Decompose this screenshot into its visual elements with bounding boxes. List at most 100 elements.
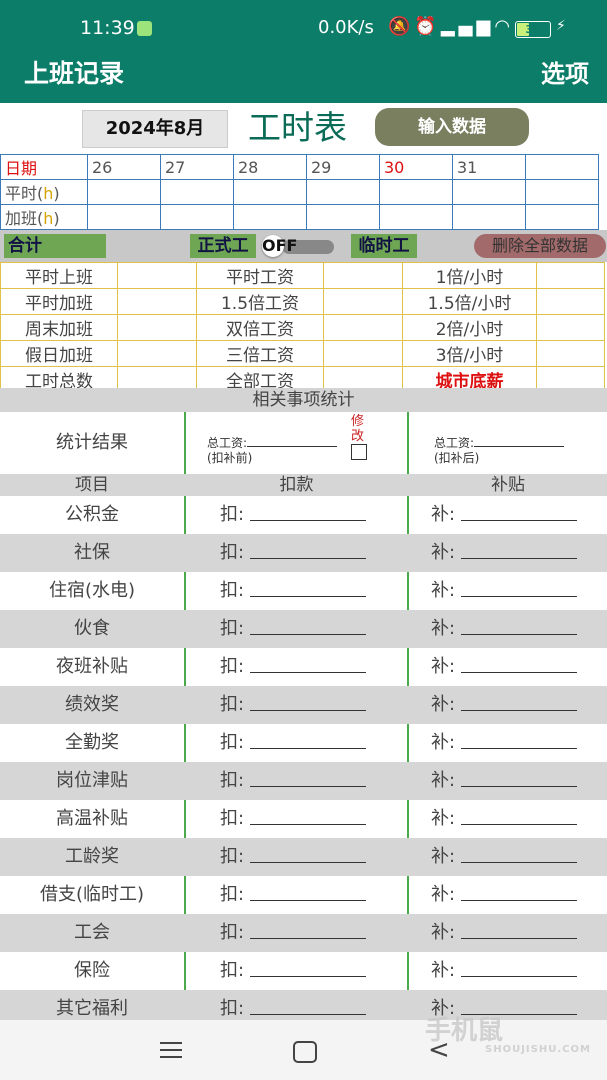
deduct-field[interactable]: 扣:: [220, 572, 367, 610]
deduct-field[interactable]: 扣:: [220, 838, 367, 876]
day-cell[interactable]: 31: [452, 154, 526, 180]
app-notification-icon: [137, 21, 152, 36]
subsidy-field[interactable]: 补:: [431, 610, 578, 648]
deduct-field[interactable]: 扣:: [220, 914, 367, 952]
hours-cell[interactable]: [87, 204, 161, 230]
day-cell[interactable]: 26: [87, 154, 161, 180]
deduct-field[interactable]: 扣:: [220, 876, 367, 914]
day-cell[interactable]: [525, 154, 599, 180]
mute-icon: 🔕: [388, 16, 415, 37]
rate-value[interactable]: [536, 314, 605, 341]
options-menu-button[interactable]: 选项: [541, 58, 589, 90]
date-label: 日期: [0, 154, 88, 180]
delete-all-button[interactable]: 删除全部数据: [474, 234, 606, 258]
status-bar: 11:39 0.0K/s 🔕⏰▂▄▆◠ 39 ⚡: [0, 0, 607, 58]
subsidy-field[interactable]: 补:: [431, 762, 578, 800]
menu-icon[interactable]: [160, 1042, 182, 1058]
deduct-field[interactable]: 扣:: [220, 686, 367, 724]
overtime-hours-row: 加班(h): [0, 204, 599, 230]
deduct-field[interactable]: 扣:: [220, 762, 367, 800]
watermark-logo: 手机鼠 SHOUJISHU.COM: [425, 1016, 591, 1055]
wage-value: [323, 288, 403, 315]
day-cell[interactable]: 29: [306, 154, 380, 180]
subsidy-field[interactable]: 补:: [431, 800, 578, 838]
hours-cell[interactable]: [452, 179, 526, 205]
stats-heading: 相关事项统计: [0, 388, 607, 412]
deduct-field[interactable]: 扣:: [220, 952, 367, 990]
input-data-button[interactable]: 输入数据: [375, 108, 529, 146]
deduct-field[interactable]: 扣:: [220, 648, 367, 686]
temp-worker-label: 临时工: [351, 234, 417, 258]
hours-cell[interactable]: [160, 204, 234, 230]
wage-row: 周末加班 双倍工资 2倍/小时: [0, 314, 605, 341]
wage-label: 平时工资: [196, 262, 324, 289]
day-cell[interactable]: 30: [379, 154, 453, 180]
rate-label: 1倍/小时: [402, 262, 537, 289]
hours-cell[interactable]: [306, 204, 380, 230]
overtime-hours-label: 加班(h): [0, 204, 88, 230]
list-item: 夜班补贴 扣: 补:: [0, 648, 607, 686]
list-item: 保险 扣: 补:: [0, 952, 607, 990]
wage-value: [117, 262, 197, 289]
normal-hours-row: 平时(h): [0, 179, 599, 205]
deduct-field[interactable]: 扣:: [220, 534, 367, 572]
subsidy-field[interactable]: 补:: [431, 534, 578, 572]
deduct-field[interactable]: 扣:: [220, 496, 367, 534]
subsidy-field[interactable]: 补:: [431, 686, 578, 724]
toggle-state-text: OFF: [262, 236, 298, 255]
hours-cell[interactable]: [306, 179, 380, 205]
worker-type-toggle[interactable]: OFF: [262, 235, 334, 257]
subsidy-field[interactable]: 补:: [431, 838, 578, 876]
hours-cell[interactable]: [525, 179, 599, 205]
edit-checkbox[interactable]: [351, 444, 367, 460]
home-icon[interactable]: [293, 1041, 317, 1063]
list-item: 工会 扣: 补:: [0, 914, 607, 952]
hours-cell[interactable]: [525, 204, 599, 230]
rate-label: 3倍/小时: [402, 340, 537, 367]
month-selector-button[interactable]: 2024年8月: [82, 110, 228, 148]
subsidy-field[interactable]: 补:: [431, 952, 578, 990]
list-item: 绩效奖 扣: 补:: [0, 686, 607, 724]
subsidy-field[interactable]: 补:: [431, 724, 578, 762]
subsidy-field[interactable]: 补:: [431, 496, 578, 534]
wifi-icon: ◠: [494, 16, 515, 37]
page-title: 工时表: [248, 108, 347, 147]
hours-cell[interactable]: [87, 179, 161, 205]
list-item: 工龄奖 扣: 补:: [0, 838, 607, 876]
subsidy-field[interactable]: 补:: [431, 648, 578, 686]
hours-cell[interactable]: [233, 179, 307, 205]
wage-value: [323, 262, 403, 289]
list-item: 伙食 扣: 补:: [0, 610, 607, 648]
list-item: 公积金 扣: 补:: [0, 496, 607, 534]
normal-hours-label: 平时(h): [0, 179, 88, 205]
hours-cell[interactable]: [379, 179, 453, 205]
wage-value: [117, 288, 197, 315]
stats-result: 统计结果 总工资: (扣补前) 修改 总工资: (扣补后): [0, 412, 607, 474]
deduct-field[interactable]: 扣:: [220, 610, 367, 648]
wage-value: [323, 340, 403, 367]
list-item: 社保 扣: 补:: [0, 534, 607, 572]
wage-value: [117, 314, 197, 341]
col-subsidy-header: 补贴: [491, 475, 525, 495]
deduct-field[interactable]: 扣:: [220, 724, 367, 762]
deduct-field[interactable]: 扣:: [220, 800, 367, 838]
wage-label: 三倍工资: [196, 340, 324, 367]
hours-cell[interactable]: [452, 204, 526, 230]
hours-cell[interactable]: [233, 204, 307, 230]
wage-value: [117, 340, 197, 367]
day-cell[interactable]: 27: [160, 154, 234, 180]
hours-cell[interactable]: [160, 179, 234, 205]
rate-value[interactable]: [536, 262, 605, 289]
rate-value[interactable]: [536, 340, 605, 367]
wage-label: 双倍工资: [196, 314, 324, 341]
subsidy-field[interactable]: 补:: [431, 914, 578, 952]
hours-cell[interactable]: [379, 204, 453, 230]
rate-value[interactable]: [536, 288, 605, 315]
edit-label: 修改: [351, 414, 365, 444]
wage-row: 平时加班 1.5倍工资 1.5倍/小时: [0, 288, 605, 315]
subsidy-field[interactable]: 补:: [431, 876, 578, 914]
wage-value: [323, 314, 403, 341]
subsidy-field[interactable]: 补:: [431, 572, 578, 610]
wage-row: 假日加班 三倍工资 3倍/小时: [0, 340, 605, 367]
day-cell[interactable]: 28: [233, 154, 307, 180]
